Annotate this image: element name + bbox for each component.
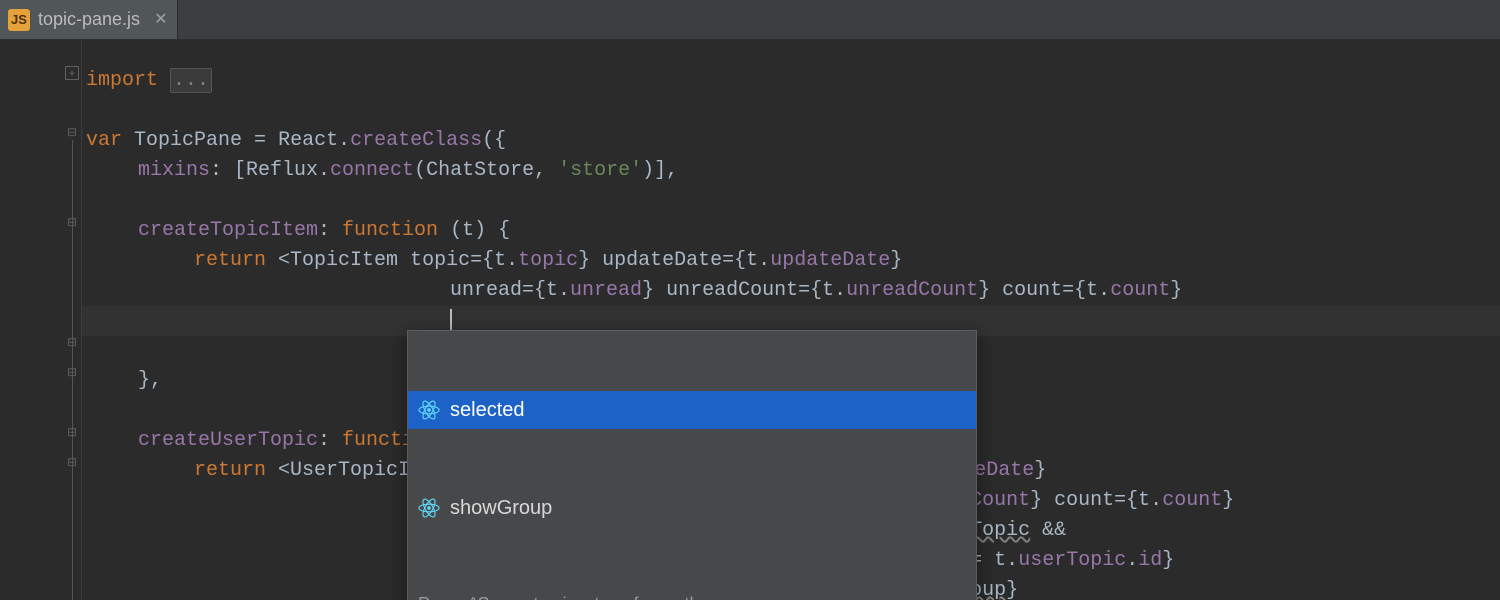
folded-section-ellipsis[interactable]: ... bbox=[170, 68, 212, 93]
fold-marker-icon[interactable]: + bbox=[65, 66, 79, 80]
react-icon bbox=[418, 399, 440, 421]
fold-collapse-icon[interactable]: ⊟ bbox=[65, 126, 79, 140]
code-line[interactable]: var TopicPane = React.createClass({ bbox=[82, 126, 1500, 156]
file-tab-label: topic-pane.js bbox=[38, 6, 140, 33]
autocomplete-popup: selected showGroup Press ^Space to view … bbox=[407, 330, 977, 600]
fold-collapse-icon[interactable]: ⊟ bbox=[65, 456, 79, 470]
file-tab[interactable]: JS topic-pane.js ✕ bbox=[0, 0, 178, 39]
code-line[interactable]: return <TopicItem topic={t.topic} update… bbox=[82, 246, 1500, 276]
fold-collapse-icon[interactable]: ⊟ bbox=[65, 216, 79, 230]
code-line[interactable]: import ... bbox=[82, 66, 1500, 96]
code-line[interactable]: createTopicItem: function (t) { bbox=[82, 216, 1500, 246]
fold-collapse-icon[interactable]: ⊟ bbox=[65, 426, 79, 440]
code-line[interactable]: mixins: [Reflux.connect(ChatStore, 'stor… bbox=[82, 156, 1500, 186]
editor-tab-bar: JS topic-pane.js ✕ bbox=[0, 0, 1500, 40]
code-line[interactable]: unread={t.unread} unreadCount={t.unreadC… bbox=[82, 276, 1500, 306]
autocomplete-item-label: showGroup bbox=[450, 493, 552, 523]
autocomplete-item-label: selected bbox=[450, 395, 525, 425]
autocomplete-item[interactable]: selected bbox=[408, 391, 976, 429]
code-area[interactable]: import ... var TopicPane = React.createC… bbox=[82, 40, 1500, 600]
autocomplete-hint: Press ^Space to view tags from other nam… bbox=[408, 587, 976, 600]
fold-collapse-icon[interactable]: ⊟ bbox=[65, 366, 79, 380]
close-tab-icon[interactable]: ✕ bbox=[154, 8, 167, 32]
fold-collapse-icon[interactable]: ⊟ bbox=[65, 336, 79, 350]
autocomplete-item[interactable]: showGroup bbox=[408, 489, 976, 527]
react-icon bbox=[418, 497, 440, 519]
editor: + ⊟ ⊟ ⊟ ⊟ ⊟ ⊟ import ... var TopicPane =… bbox=[0, 40, 1500, 600]
js-file-icon: JS bbox=[8, 9, 30, 31]
gutter: + ⊟ ⊟ ⊟ ⊟ ⊟ ⊟ bbox=[0, 40, 82, 600]
